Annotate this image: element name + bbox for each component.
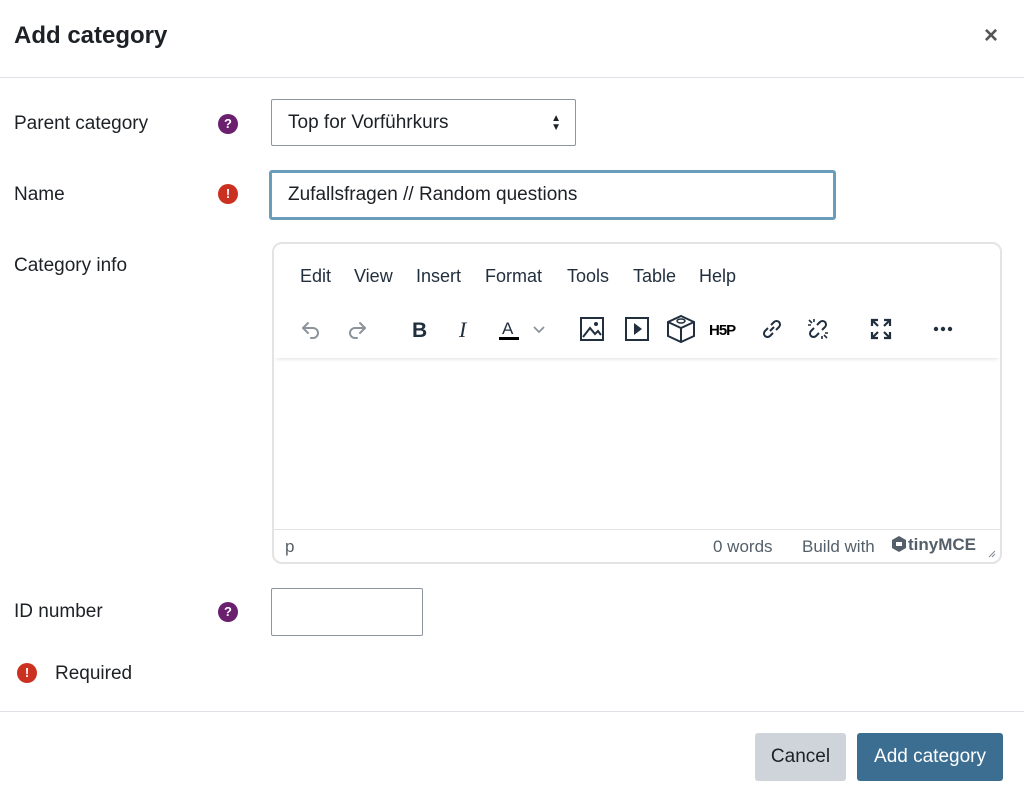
bold-icon[interactable]: B: [402, 312, 436, 346]
menu-tools[interactable]: Tools: [567, 266, 609, 287]
svg-text:B: B: [412, 319, 427, 341]
image-icon[interactable]: [575, 312, 609, 346]
dialog-header: Add category ×: [0, 0, 1024, 78]
editor-toolbar: Edit View Insert Format Tools Table Help…: [274, 244, 1000, 358]
category-info-label: Category info: [14, 255, 128, 276]
element-path[interactable]: p: [285, 537, 294, 557]
tinymce-logo[interactable]: tinyMCE: [890, 535, 976, 555]
name-input[interactable]: [269, 170, 836, 220]
dialog-title: Add category: [14, 22, 168, 49]
required-icon: !: [218, 184, 238, 204]
cancel-button[interactable]: Cancel: [755, 733, 846, 781]
add-category-button[interactable]: Add category: [857, 733, 1003, 781]
word-count[interactable]: 0 words: [713, 537, 773, 557]
block-icon[interactable]: [664, 312, 698, 346]
tinymce-logo-text: tinyMCE: [908, 535, 976, 554]
chevron-down-icon[interactable]: [526, 312, 552, 346]
redo-icon[interactable]: [340, 312, 374, 346]
italic-icon[interactable]: I: [447, 312, 481, 346]
required-note: Required: [55, 663, 133, 684]
link-icon[interactable]: [755, 312, 789, 346]
media-icon[interactable]: [620, 312, 654, 346]
text-color-icon[interactable]: A: [492, 312, 526, 346]
id-number-label: ID number: [14, 601, 103, 622]
name-label: Name: [14, 184, 65, 205]
menu-insert[interactable]: Insert: [416, 266, 461, 287]
svg-text:I: I: [458, 317, 468, 341]
dialog-footer: Cancel Add category: [0, 711, 1024, 799]
menu-table[interactable]: Table: [633, 266, 676, 287]
unlink-icon[interactable]: [801, 312, 835, 346]
tinymce-logo-icon: [892, 536, 906, 552]
h5p-icon[interactable]: H5P: [709, 312, 743, 346]
brand-text: Build with: [802, 537, 875, 556]
editor-statusbar: p 0 words Build with tinyMCE: [274, 529, 1000, 562]
parent-category-select[interactable]: Top for Vorführkurs ▲ ▼: [271, 99, 576, 146]
sort-arrows-icon: ▲ ▼: [551, 113, 561, 133]
parent-category-selected: Top for Vorführkurs: [288, 112, 449, 133]
editor-content-area[interactable]: [274, 358, 1000, 532]
help-icon[interactable]: ?: [218, 602, 238, 622]
close-icon[interactable]: ×: [979, 24, 1003, 48]
undo-icon[interactable]: [294, 312, 328, 346]
rich-text-editor: Edit View Insert Format Tools Table Help…: [272, 242, 1002, 564]
fullscreen-icon[interactable]: [864, 312, 898, 346]
parent-category-label: Parent category: [14, 113, 149, 134]
svg-text:H5P: H5P: [709, 322, 736, 339]
required-icon: !: [17, 663, 37, 683]
menu-format[interactable]: Format: [485, 266, 542, 287]
help-icon[interactable]: ?: [218, 114, 238, 134]
id-number-input[interactable]: [271, 588, 423, 636]
resize-handle-icon[interactable]: [986, 548, 996, 558]
menu-view[interactable]: View: [354, 266, 393, 287]
menu-help[interactable]: Help: [699, 266, 736, 287]
menu-edit[interactable]: Edit: [300, 266, 331, 287]
more-icon[interactable]: [926, 312, 960, 346]
svg-text:A: A: [502, 319, 514, 338]
